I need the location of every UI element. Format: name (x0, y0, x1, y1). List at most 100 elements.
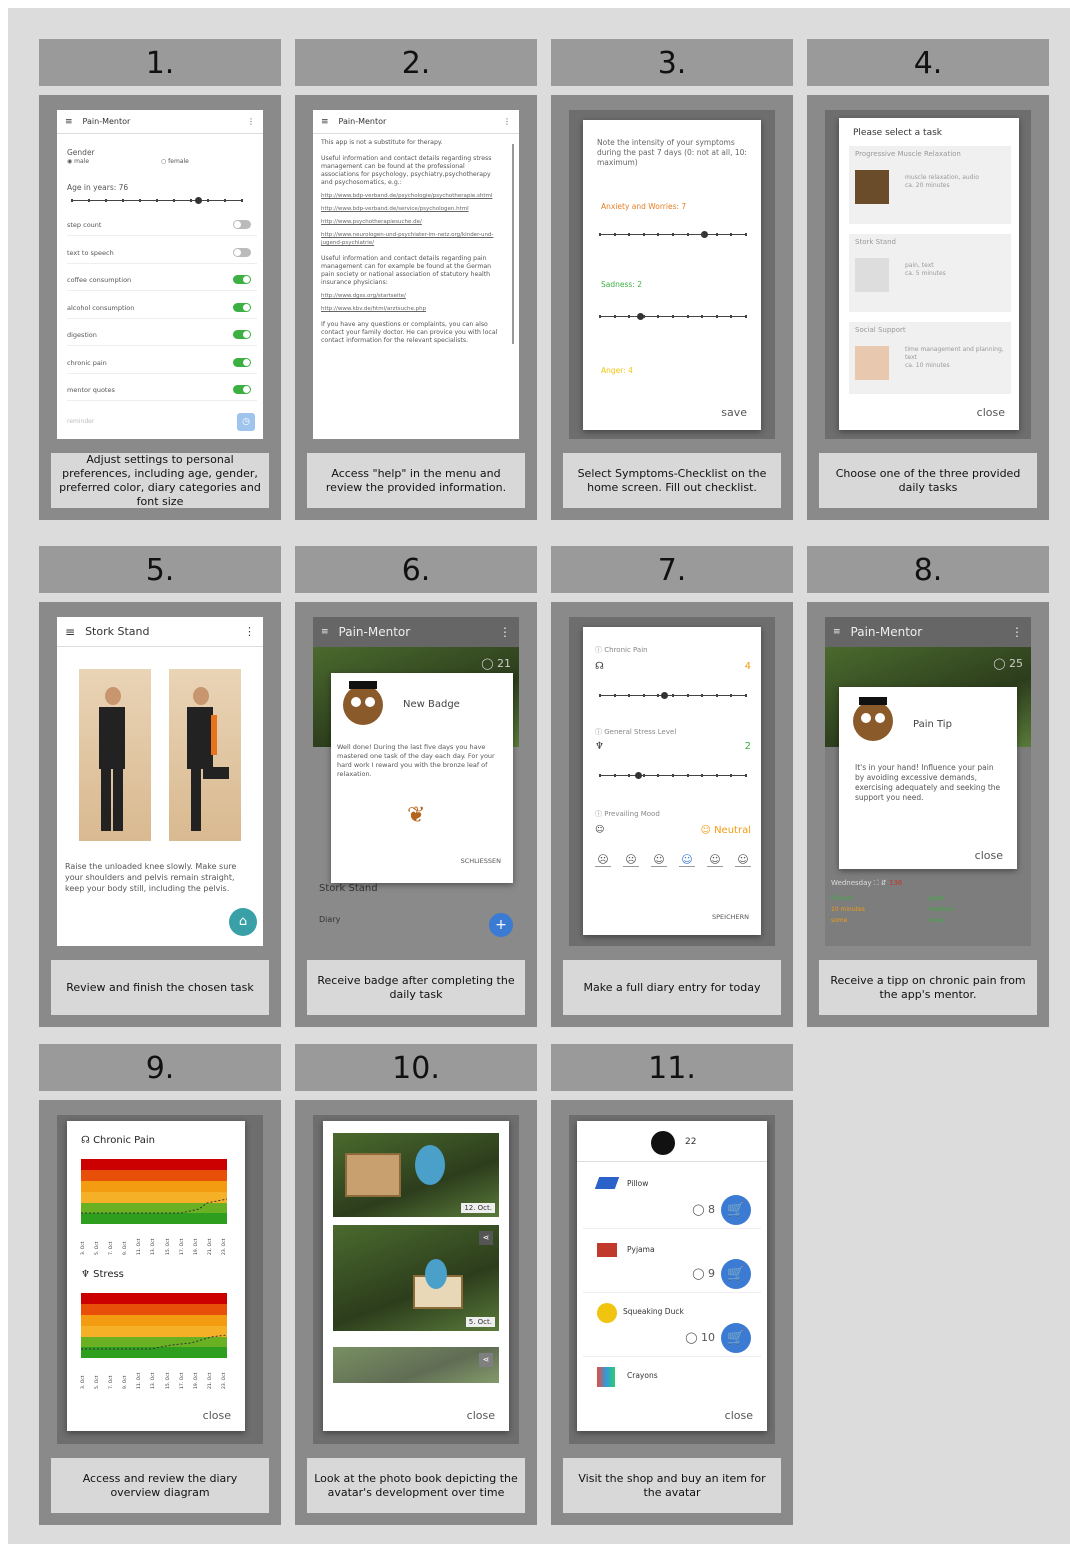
save-button[interactable]: save (721, 406, 747, 419)
age-slider-knob[interactable] (195, 197, 202, 204)
checklist-dialog: Note the intensity of your symptoms duri… (583, 120, 761, 430)
price-value: 8 (708, 1203, 715, 1216)
close-button[interactable]: close (977, 406, 1005, 419)
step-number: 11. (551, 1044, 793, 1091)
help-link[interactable]: http://www.dgss.org/startseite/ (321, 292, 503, 300)
setting-row[interactable]: mentor quotes (67, 379, 257, 401)
help-link[interactable]: http://www.bdp-verband.de/service/psycho… (321, 205, 503, 213)
mood-option-icon[interactable]: ☺ (679, 853, 695, 867)
buy-button[interactable]: 🛒 (721, 1323, 751, 1353)
mood-option-icon[interactable]: ☹ (623, 853, 639, 867)
mood-option-icon[interactable]: ☺ (651, 853, 667, 867)
mood-option-icon[interactable]: ☺ (735, 853, 751, 867)
step-caption: Look at the photo book depicting the ava… (307, 1458, 525, 1513)
mood-options: ☹ ☹ ☺ ☺ ☺ ☺ (595, 853, 751, 867)
help-link[interactable]: http://www.bdp-verband.de/psychologie/ps… (321, 192, 503, 200)
mood-option-icon[interactable]: ☺ (707, 853, 723, 867)
diary-summary-left: 8 hours 10 minutes some (831, 893, 865, 926)
setting-row[interactable]: text to speech (67, 242, 257, 264)
overflow-menu-icon[interactable]: ⋮ (503, 117, 511, 126)
setting-toggle[interactable] (233, 357, 251, 367)
slider-tick (672, 233, 674, 236)
close-button[interactable]: close (975, 849, 1003, 862)
setting-toggle[interactable] (233, 330, 251, 339)
slider-tick (701, 315, 704, 318)
radio-female[interactable]: ○ female (161, 158, 189, 165)
close-button[interactable]: SCHLIESSEN (461, 857, 501, 865)
setting-row[interactable]: coffee consumption (67, 269, 257, 291)
age-slider[interactable] (71, 197, 243, 204)
overflow-menu-icon[interactable]: ⋮ (499, 625, 511, 639)
save-button[interactable]: SPEICHERN (712, 913, 749, 921)
help-paragraph: This app is not a substitute for therapy… (321, 139, 443, 146)
setting-row[interactable]: alcohol consumption (67, 297, 257, 319)
step-panel: ≡ Pain-Mentor ⋮ ◯ 25 Wednesday ⛶ ⇵ 136 8 h… (807, 602, 1049, 1027)
step-number: 1. (39, 39, 281, 86)
date-tick-label: 5. Oct (95, 1241, 101, 1255)
reminder-clock-button[interactable]: ◷ (237, 413, 255, 431)
overflow-menu-icon[interactable]: ⋮ (247, 117, 255, 126)
setting-row[interactable]: step count (67, 214, 257, 236)
setting-toggle[interactable] (233, 302, 251, 312)
chart-title-pain: ☊ Chronic Pain (81, 1135, 156, 1146)
task-card[interactable]: Progressive Muscle Relaxation muscle rel… (849, 146, 1011, 224)
pain-knob[interactable] (661, 692, 668, 699)
close-button[interactable]: close (467, 1409, 495, 1422)
setting-row[interactable]: chronic pain (67, 352, 257, 374)
buy-button[interactable]: 🛒 (721, 1259, 751, 1289)
item-name: Crayons (627, 1371, 658, 1380)
help-paragraph: If you have any questions or complaints,… (321, 321, 498, 344)
photo-3[interactable]: ⋖ (333, 1347, 499, 1383)
setting-toggle[interactable] (233, 275, 251, 284)
stress-knob[interactable] (635, 772, 642, 779)
menu-icon[interactable]: ≡ (321, 627, 329, 637)
photo-2[interactable]: ⋖ 5. Oct. (333, 1225, 499, 1331)
menu-icon[interactable]: ≡ (65, 625, 75, 639)
date-tick-label: 21. Oct (207, 1238, 213, 1255)
help-link[interactable]: http://www.neurologen-und-psychiater-im-… (321, 231, 503, 247)
anxiety-slider[interactable] (599, 231, 747, 238)
photo-1[interactable]: 12. Oct. (333, 1133, 499, 1217)
scrollbar[interactable] (512, 144, 514, 344)
task-card[interactable]: Stork Stand pain, text ca. 5 minutes (849, 234, 1011, 312)
chart-title-stress-text: Stress (93, 1269, 124, 1280)
slider-tick (715, 694, 718, 697)
step-caption: Receive a tipp on chronic pain from the … (819, 960, 1037, 1015)
buy-button[interactable]: 🛒 (721, 1195, 751, 1225)
setting-toggle[interactable] (233, 247, 251, 257)
setting-toggle[interactable] (233, 385, 251, 394)
add-button[interactable]: + (489, 913, 513, 937)
share-icon[interactable]: ⋖ (479, 1231, 493, 1245)
pain-trend-line (81, 1198, 227, 1214)
menu-icon[interactable]: ≡ (65, 117, 73, 127)
close-button[interactable]: close (725, 1409, 753, 1422)
app-bar: ≡ Stork Stand ⋮ (57, 617, 263, 647)
task-card[interactable]: Social Support time management and plann… (849, 322, 1011, 394)
home-button[interactable]: ⌂ (229, 908, 257, 936)
help-link[interactable]: http://www.psychotherapiesuche.de/ (321, 218, 503, 226)
app-bar: ≡ Pain-Mentor ⋮ (313, 617, 519, 647)
step-panel: ≡ Pain-Mentor ⋮ ◯ 21 Stork Stand Diary + N… (295, 602, 537, 1027)
bronze-leaf-icon: ❦ (407, 803, 426, 828)
owl-mentor-icon (853, 697, 893, 741)
item-price: ◯ 8 (692, 1203, 715, 1216)
radio-male[interactable]: ◉ male (67, 158, 89, 165)
slider-tick (613, 233, 616, 236)
share-icon[interactable]: ⋖ (479, 1353, 493, 1367)
stress-slider[interactable] (599, 772, 747, 779)
slider-tick (672, 694, 674, 697)
overflow-menu-icon[interactable]: ⋮ (244, 625, 255, 638)
list-item-diary: Diary (319, 915, 341, 924)
overflow-menu-icon[interactable]: ⋮ (1011, 625, 1023, 639)
close-button[interactable]: close (203, 1409, 231, 1422)
app-title: Pain-Mentor (82, 117, 131, 126)
sadness-slider[interactable] (599, 313, 747, 320)
menu-icon[interactable]: ≡ (321, 117, 329, 127)
setting-row[interactable]: digestion (67, 324, 257, 346)
pain-slider[interactable] (599, 692, 747, 699)
setting-toggle[interactable] (233, 220, 251, 229)
menu-icon[interactable]: ≡ (833, 627, 841, 637)
mood-option-icon[interactable]: ☹ (595, 853, 611, 867)
slider-tick (657, 774, 660, 777)
help-link[interactable]: http://www.kbv.de/html/arztsuche.php (321, 305, 503, 313)
